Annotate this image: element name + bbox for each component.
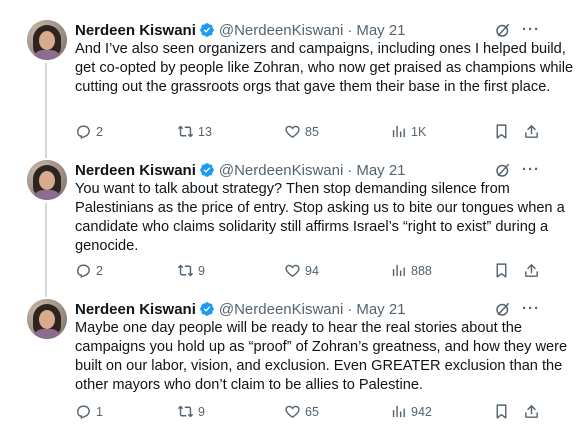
tweet-date[interactable]: May 21 <box>356 301 405 318</box>
repost-icon <box>177 264 194 277</box>
tweet-top-icons: ··· <box>494 21 540 39</box>
repost-count: 13 <box>198 124 212 139</box>
repost-button[interactable]: 13 <box>177 123 212 140</box>
views-icon <box>392 405 405 418</box>
verified-badge-icon <box>200 163 214 177</box>
tweet[interactable]: Nerdeen Kiswani @NerdeenKiswani · May 21… <box>0 299 585 424</box>
share-icon <box>525 405 538 418</box>
more-options-icon[interactable]: ··· <box>522 161 540 179</box>
reply-icon <box>77 264 90 278</box>
repost-icon <box>177 125 194 138</box>
grok-icon[interactable] <box>494 21 512 39</box>
reply-button[interactable]: 1 <box>75 403 103 420</box>
tweet-actions: 2 13 85 1K <box>75 123 555 143</box>
reply-button[interactable]: 2 <box>75 262 103 279</box>
reply-count: 2 <box>96 263 103 278</box>
tweet-text: And I’ve also seen organizers and campai… <box>75 41 578 95</box>
separator-dot: · <box>347 21 353 39</box>
grok-icon[interactable] <box>494 161 512 179</box>
repost-button[interactable]: 9 <box>177 262 205 279</box>
views-icon <box>392 125 405 138</box>
tweet-actions: 2 9 94 888 <box>75 262 555 282</box>
like-button[interactable]: 65 <box>284 403 319 420</box>
tweet-top-icons: ··· <box>494 300 540 318</box>
tweet-actions: 1 9 65 942 <box>75 403 555 423</box>
tweet-header: Nerdeen Kiswani @NerdeenKiswani · May 21 <box>75 299 406 319</box>
tweet-top-icons: ··· <box>494 161 540 179</box>
author-handle[interactable]: @NerdeenKiswani <box>219 301 343 318</box>
heart-icon <box>285 125 300 138</box>
tweet-header: Nerdeen Kiswani @NerdeenKiswani · May 21 <box>75 20 406 40</box>
bookmark-icon <box>496 124 507 139</box>
share-button[interactable] <box>523 123 540 140</box>
reply-count: 2 <box>96 124 103 139</box>
bookmark-icon <box>496 263 507 278</box>
like-button[interactable]: 85 <box>284 123 319 140</box>
reply-button[interactable]: 2 <box>75 123 103 140</box>
views-button[interactable]: 1K <box>390 123 426 140</box>
more-options-icon[interactable]: ··· <box>522 300 540 318</box>
tweet-date[interactable]: May 21 <box>356 22 405 39</box>
views-button[interactable]: 942 <box>390 403 432 420</box>
bookmark-button[interactable] <box>493 403 510 420</box>
tweet-date[interactable]: May 21 <box>356 162 405 179</box>
bookmark-icon <box>496 404 507 419</box>
tweet-text: Maybe one day people will be ready to he… <box>75 320 572 393</box>
reply-count: 1 <box>96 404 103 419</box>
author-name[interactable]: Nerdeen Kiswani <box>75 301 196 318</box>
repost-button[interactable]: 9 <box>177 403 205 420</box>
like-button[interactable]: 94 <box>284 262 319 279</box>
bookmark-button[interactable] <box>493 123 510 140</box>
heart-icon <box>285 405 300 418</box>
like-count: 85 <box>305 124 319 139</box>
like-count: 65 <box>305 404 319 419</box>
author-handle[interactable]: @NerdeenKiswani <box>219 22 343 39</box>
verified-badge-icon <box>200 302 214 316</box>
grok-icon[interactable] <box>494 300 512 318</box>
repost-count: 9 <box>198 404 205 419</box>
verified-badge-icon <box>200 23 214 37</box>
separator-dot: · <box>347 300 353 318</box>
repost-icon <box>177 405 194 418</box>
views-button[interactable]: 888 <box>390 262 432 279</box>
author-name[interactable]: Nerdeen Kiswani <box>75 162 196 179</box>
separator-dot: · <box>347 161 353 179</box>
views-count: 1K <box>411 124 427 139</box>
heart-icon <box>285 264 300 277</box>
tweet-header: Nerdeen Kiswani @NerdeenKiswani · May 21 <box>75 160 406 180</box>
bookmark-button[interactable] <box>493 262 510 279</box>
avatar[interactable] <box>27 160 67 200</box>
reply-icon <box>77 125 90 139</box>
avatar[interactable] <box>27 299 67 339</box>
like-count: 94 <box>305 263 319 278</box>
share-icon <box>525 264 538 277</box>
views-icon <box>392 264 405 277</box>
views-count: 888 <box>411 263 432 278</box>
share-button[interactable] <box>523 262 540 279</box>
share-button[interactable] <box>523 403 540 420</box>
author-name[interactable]: Nerdeen Kiswani <box>75 22 196 39</box>
reply-icon <box>77 405 90 419</box>
tweet[interactable]: Nerdeen Kiswani @NerdeenKiswani · May 21… <box>0 20 585 150</box>
tweet[interactable]: Nerdeen Kiswani @NerdeenKiswani · May 21… <box>0 160 585 290</box>
share-icon <box>525 125 538 138</box>
repost-count: 9 <box>198 263 205 278</box>
tweet-text: You want to talk about strategy? Then st… <box>75 181 569 254</box>
avatar[interactable] <box>27 20 67 60</box>
more-options-icon[interactable]: ··· <box>522 21 540 39</box>
views-count: 942 <box>411 404 432 419</box>
author-handle[interactable]: @NerdeenKiswani <box>219 162 343 179</box>
